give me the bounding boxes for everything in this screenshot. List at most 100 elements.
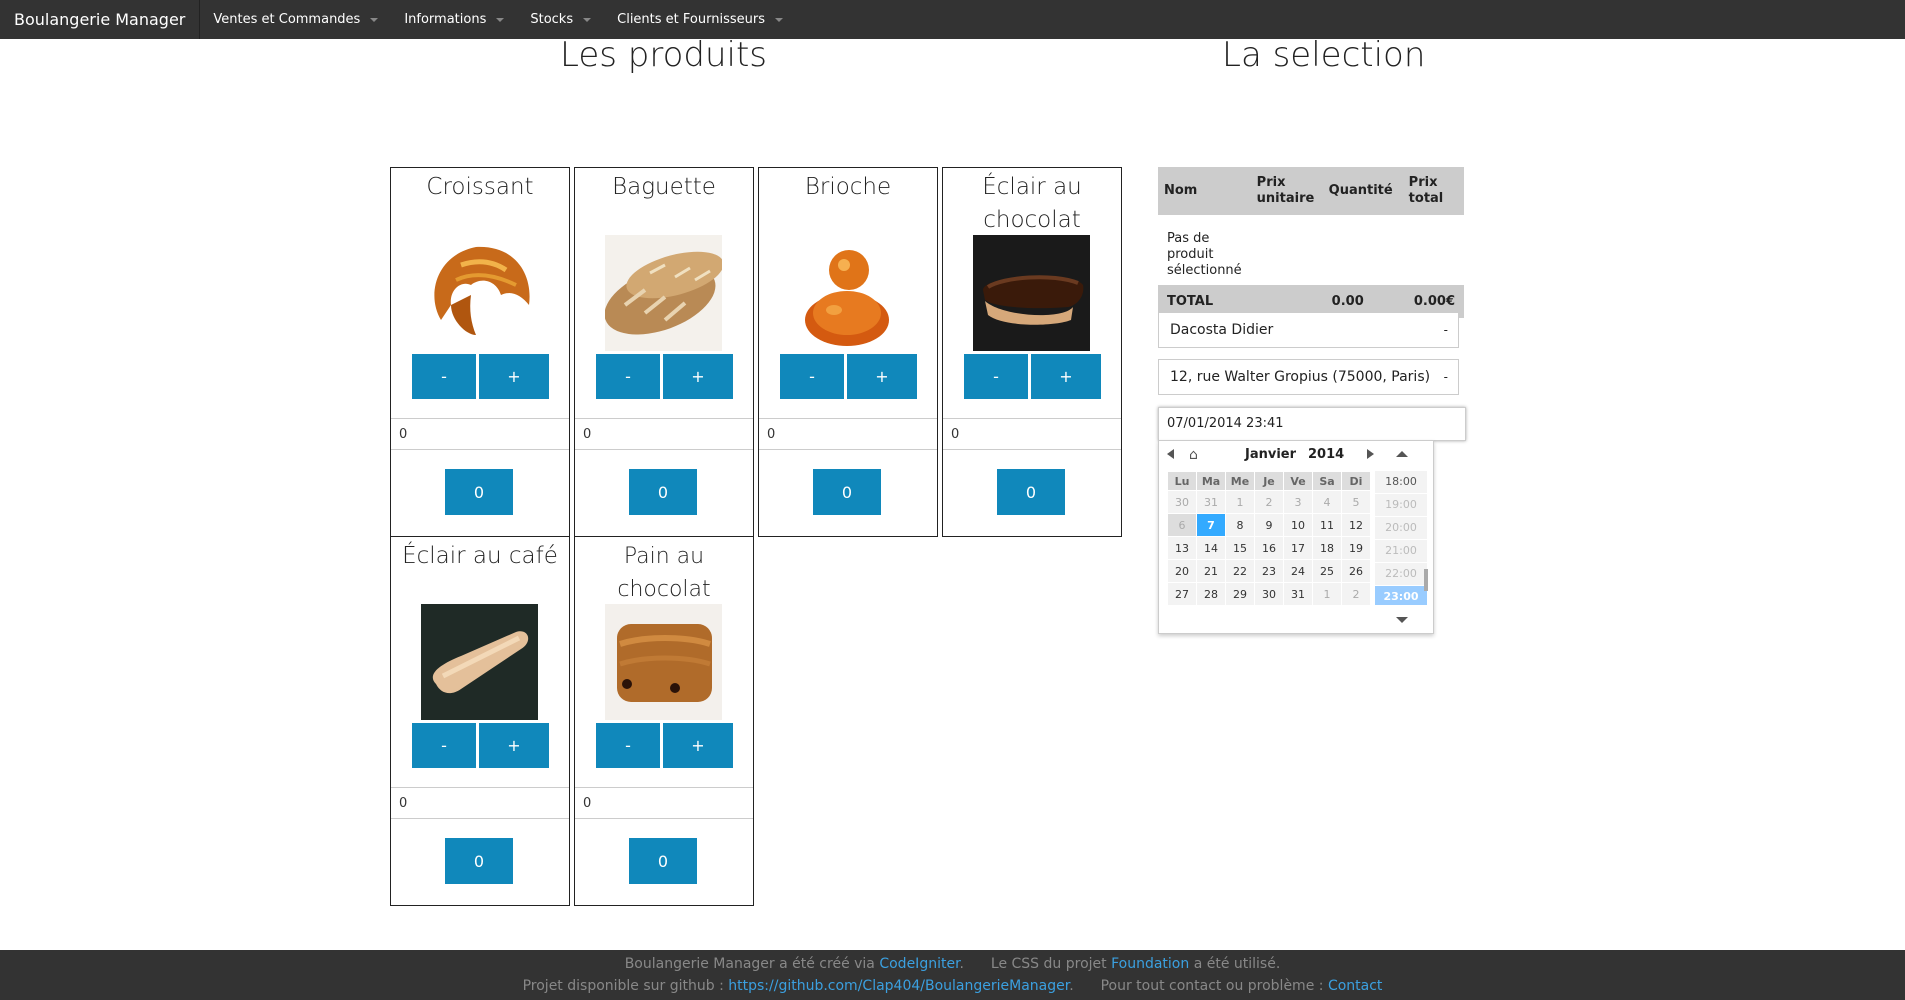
calendar-week: 6 7 8 9 10 11 12 xyxy=(1168,514,1370,536)
next-month-icon[interactable] xyxy=(1367,449,1374,459)
prev-month-icon[interactable] xyxy=(1167,449,1174,459)
time-option[interactable]: 19:00 xyxy=(1375,494,1427,516)
quantity-input[interactable]: 0 xyxy=(759,418,937,450)
calendar-day[interactable]: 22 xyxy=(1226,560,1254,582)
add-to-selection-button[interactable]: 0 xyxy=(629,469,697,515)
quantity-input[interactable]: 0 xyxy=(575,418,753,450)
quantity-input[interactable]: 0 xyxy=(391,418,569,450)
time-option[interactable]: 20:00 xyxy=(1375,517,1427,539)
foundation-link[interactable]: Foundation xyxy=(1111,956,1189,972)
calendar-day[interactable]: 2 xyxy=(1255,491,1283,513)
calendar-day[interactable]: 31 xyxy=(1284,583,1312,605)
time-option[interactable]: 21:00 xyxy=(1375,540,1427,562)
calendar-day[interactable]: 3 xyxy=(1284,491,1312,513)
select-arrow-icon: - xyxy=(1443,323,1448,337)
calendar-day[interactable]: 13 xyxy=(1168,537,1196,559)
add-to-selection-button[interactable]: 0 xyxy=(445,469,513,515)
calendar-day[interactable]: 9 xyxy=(1255,514,1283,536)
calendar-week: 20 21 22 23 24 25 26 xyxy=(1168,560,1370,582)
home-icon[interactable]: ⌂ xyxy=(1189,447,1198,463)
calendar-day[interactable]: 4 xyxy=(1313,491,1341,513)
calendar-day[interactable]: 14 xyxy=(1197,537,1225,559)
calendar-day[interactable]: 18 xyxy=(1313,537,1341,559)
calendar-day[interactable]: 1 xyxy=(1313,583,1341,605)
caret-down-icon xyxy=(583,17,592,22)
increment-button[interactable]: + xyxy=(663,723,733,768)
calendar-day[interactable]: 23 xyxy=(1255,560,1283,582)
calendar-day[interactable]: 21 xyxy=(1197,560,1225,582)
github-link[interactable]: https://github.com/Clap404/BoulangerieMa… xyxy=(728,978,1069,994)
decrement-button[interactable]: - xyxy=(596,354,660,399)
contact-link[interactable]: Contact xyxy=(1328,978,1382,994)
nav-menu-label: Clients et Fournisseurs xyxy=(617,12,765,27)
datetime-input[interactable]: 07/01/2014 23:41 xyxy=(1158,407,1466,441)
calendar-day[interactable]: 31 xyxy=(1197,491,1225,513)
increment-button[interactable]: + xyxy=(847,354,917,399)
calendar-day[interactable]: 11 xyxy=(1313,514,1341,536)
calendar-day[interactable]: 2 xyxy=(1342,583,1370,605)
decrement-button[interactable]: - xyxy=(964,354,1028,399)
weekday-label: Me xyxy=(1226,472,1254,490)
quantity-input[interactable]: 0 xyxy=(943,418,1121,450)
select-arrow-icon: - xyxy=(1443,370,1448,384)
calendar-day[interactable]: 19 xyxy=(1342,537,1370,559)
calendar-day[interactable]: 1 xyxy=(1226,491,1254,513)
address-select[interactable]: 12, rue Walter Gropius (75000, Paris) - xyxy=(1158,359,1459,395)
add-to-selection-button[interactable]: 0 xyxy=(445,838,513,884)
calendar-day[interactable]: 30 xyxy=(1168,491,1196,513)
time-option[interactable]: 18:00 xyxy=(1375,471,1427,493)
weekday-label: Di xyxy=(1342,472,1370,490)
time-up-icon[interactable] xyxy=(1396,451,1408,457)
calendar-day[interactable]: 17 xyxy=(1284,537,1312,559)
eclair-chocolat-image xyxy=(973,235,1090,351)
decrement-button[interactable]: - xyxy=(412,354,476,399)
time-option-selected[interactable]: 23:00 xyxy=(1375,586,1427,605)
nav-menu-informations[interactable]: Informations xyxy=(391,0,517,39)
increment-button[interactable]: + xyxy=(479,354,549,399)
calendar-day[interactable]: 28 xyxy=(1197,583,1225,605)
decrement-button[interactable]: - xyxy=(596,723,660,768)
increment-button[interactable]: + xyxy=(1031,354,1101,399)
nav-menu-stocks[interactable]: Stocks xyxy=(517,0,604,39)
product-name: Baguette xyxy=(612,174,716,200)
column-header-prix-total: Prix total xyxy=(1402,167,1464,215)
calendar-day-selected[interactable]: 7 xyxy=(1197,514,1225,536)
weekday-label: Ma xyxy=(1197,472,1225,490)
quantity-input[interactable]: 0 xyxy=(391,787,569,819)
calendar-day[interactable]: 15 xyxy=(1226,537,1254,559)
decrement-button[interactable]: - xyxy=(412,723,476,768)
calendar-day[interactable]: 24 xyxy=(1284,560,1312,582)
nav-menu-ventes[interactable]: Ventes et Commandes xyxy=(200,0,391,39)
increment-button[interactable]: + xyxy=(663,354,733,399)
address-select-value: 12, rue Walter Gropius (75000, Paris) xyxy=(1170,369,1431,385)
footer-text: Boulangerie Manager a été créé via xyxy=(624,956,875,972)
codeigniter-link[interactable]: CodeIgniter xyxy=(879,956,959,972)
decrement-button[interactable]: - xyxy=(780,354,844,399)
nav-menu-label: Stocks xyxy=(530,12,574,27)
calendar-day[interactable]: 30 xyxy=(1255,583,1283,605)
add-to-selection-button[interactable]: 0 xyxy=(997,469,1065,515)
calendar-day[interactable]: 5 xyxy=(1342,491,1370,513)
product-card-eclair-cafe: Éclair au café - + 0 0 xyxy=(390,536,570,906)
calendar-day[interactable]: 12 xyxy=(1342,514,1370,536)
brand-link[interactable]: Boulangerie Manager xyxy=(0,0,201,39)
calendar-day[interactable]: 6 xyxy=(1168,514,1196,536)
time-down-icon[interactable] xyxy=(1396,617,1408,623)
calendar-day[interactable]: 16 xyxy=(1255,537,1283,559)
calendar-day[interactable]: 8 xyxy=(1226,514,1254,536)
calendar-day[interactable]: 10 xyxy=(1284,514,1312,536)
calendar-day[interactable]: 27 xyxy=(1168,583,1196,605)
client-select[interactable]: Dacosta Didier - xyxy=(1158,312,1459,348)
calendar-day[interactable]: 26 xyxy=(1342,560,1370,582)
calendar-day[interactable]: 29 xyxy=(1226,583,1254,605)
time-option[interactable]: 22:00 xyxy=(1375,563,1427,585)
calendar-day[interactable]: 20 xyxy=(1168,560,1196,582)
time-scrollbar[interactable] xyxy=(1424,569,1428,591)
quantity-input[interactable]: 0 xyxy=(575,787,753,819)
add-to-selection-button[interactable]: 0 xyxy=(813,469,881,515)
add-to-selection-button[interactable]: 0 xyxy=(629,838,697,884)
footer-text: . xyxy=(959,956,964,972)
increment-button[interactable]: + xyxy=(479,723,549,768)
calendar-day[interactable]: 25 xyxy=(1313,560,1341,582)
nav-menu-clients[interactable]: Clients et Fournisseurs xyxy=(604,0,796,39)
